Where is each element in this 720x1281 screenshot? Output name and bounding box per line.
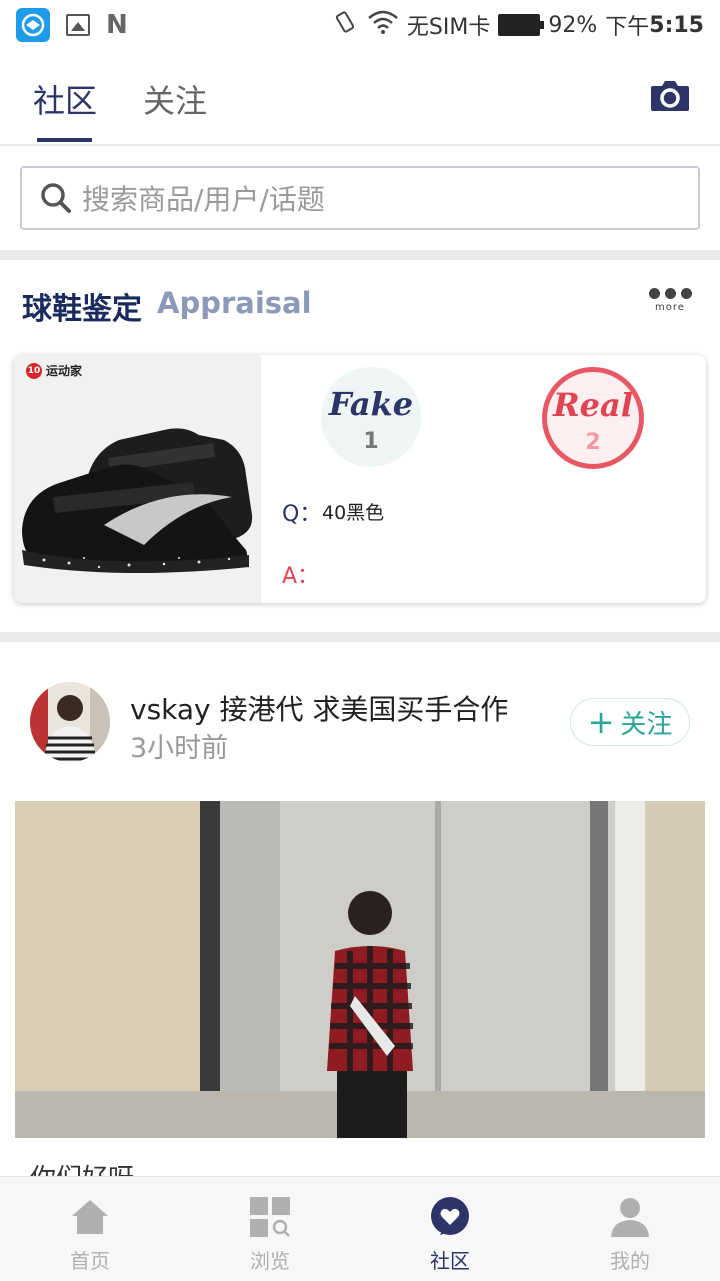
follow-label: 关注 [620, 709, 673, 740]
follow-button[interactable]: + 关注 [570, 698, 690, 746]
avatar[interactable] [30, 682, 110, 762]
search-placeholder: 搜索商品/用户/话题 [82, 183, 325, 216]
tab-community[interactable]: 社区 [33, 76, 97, 122]
active-tab-indicator [37, 138, 92, 142]
appraisal-header: 球鞋鉴定 Appraisal more [0, 260, 720, 350]
appraisal-title: 球鞋鉴定 [22, 292, 142, 327]
home-icon [70, 1197, 110, 1237]
app-notification-icon [16, 8, 50, 42]
battery-icon [498, 14, 545, 36]
section-divider [0, 250, 720, 260]
appraisal-subtitle: Appraisal [157, 286, 312, 320]
wifi-icon [367, 9, 399, 41]
nav-home[interactable]: 首页 [0, 1177, 180, 1281]
question-label: Q： [282, 502, 322, 527]
search-input[interactable]: 搜索商品/用户/话题 [20, 166, 700, 230]
time-prefix: 下午 [605, 15, 650, 40]
clock: 5:15 [649, 12, 704, 38]
fake-vote-button[interactable]: Fake 1 [321, 367, 421, 467]
search-icon [40, 182, 72, 214]
nav-browse[interactable]: 浏览 [180, 1177, 360, 1281]
n-notification-icon: N [106, 10, 128, 40]
nav-community[interactable]: 社区 [360, 1177, 540, 1281]
more-button[interactable]: more [648, 288, 692, 318]
carrier-text: 无SIM卡 [406, 15, 491, 40]
plus-icon: + [587, 703, 615, 741]
real-count: 2 [585, 430, 601, 455]
profile-icon [610, 1197, 650, 1237]
gallery-notification-icon [66, 14, 90, 36]
battery-percent: 92% [548, 12, 598, 38]
community-icon [430, 1197, 470, 1237]
post-time: 3小时前 [130, 733, 229, 764]
more-label: more [655, 302, 685, 313]
bottom-nav: 首页 浏览 社区 我的 [0, 1176, 720, 1280]
question-text: 40黑色 [322, 502, 385, 524]
camera-icon[interactable] [650, 78, 690, 112]
post-username[interactable]: vskay 接港代 求美国买手合作 [130, 688, 508, 728]
appraisal-card[interactable]: 10 运动家 Fake 1 Real 2 Q： 40黑色 A： [14, 355, 706, 603]
nav-profile[interactable]: 我的 [540, 1177, 720, 1281]
real-vote-button[interactable]: Real 2 [542, 367, 644, 469]
post-image[interactable] [15, 801, 705, 1138]
nav-browse-label: 浏览 [250, 1249, 290, 1273]
fake-label: Fake [328, 385, 414, 423]
vibrate-icon [331, 8, 359, 42]
post-header: vskay 接港代 求美国买手合作 3小时前 + 关注 [0, 642, 720, 792]
tab-follow[interactable]: 关注 [143, 76, 207, 122]
nav-home-label: 首页 [70, 1249, 110, 1273]
section-divider [0, 632, 720, 642]
browse-icon [250, 1197, 290, 1237]
status-bar: N 无SIM卡 92% 下午 5:15 [0, 0, 720, 50]
fake-count: 1 [363, 429, 379, 454]
sneaker-image: 10 运动家 [14, 355, 261, 603]
top-tab-bar: 社区 关注 [0, 50, 720, 146]
nav-community-label: 社区 [430, 1249, 470, 1273]
real-label: Real [553, 386, 633, 424]
answer-label: A： [282, 564, 320, 589]
more-icon [648, 288, 692, 299]
nav-profile-label: 我的 [610, 1249, 650, 1273]
